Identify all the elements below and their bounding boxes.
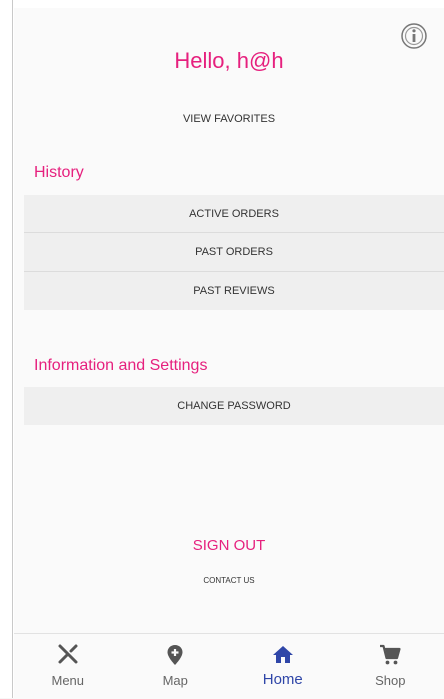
nav-map-label: Map — [163, 673, 188, 688]
info-icon — [400, 22, 428, 50]
nav-map[interactable]: Map — [122, 634, 230, 699]
nav-menu[interactable]: Menu — [14, 634, 122, 699]
app-screen: Hello, h@h VIEW FAVORITES History ACTIVE… — [14, 0, 444, 698]
bottom-navigation: Menu Map Home Shop — [14, 633, 444, 699]
nav-home-label: Home — [263, 671, 303, 688]
settings-section-title: Information and Settings — [34, 357, 207, 375]
edge-line — [12, 0, 13, 698]
cart-icon — [378, 643, 402, 667]
contact-us-link[interactable]: CONTACT US — [14, 576, 444, 585]
sign-out-button[interactable]: SIGN OUT — [14, 537, 444, 554]
history-section-title: History — [34, 164, 84, 182]
nav-shop[interactable]: Shop — [337, 634, 444, 699]
view-favorites-button[interactable]: VIEW FAVORITES — [144, 108, 314, 130]
past-orders-button[interactable]: PAST ORDERS — [24, 233, 444, 271]
greeting-title: Hello, h@h — [14, 48, 444, 74]
past-reviews-button[interactable]: PAST REVIEWS — [24, 272, 444, 310]
left-edge — [0, 0, 14, 698]
change-password-button[interactable]: CHANGE PASSWORD — [24, 387, 444, 425]
info-button[interactable] — [400, 22, 428, 50]
nav-shop-label: Shop — [375, 673, 405, 688]
top-strip — [14, 0, 444, 8]
nav-home[interactable]: Home — [229, 634, 337, 699]
map-pin-icon — [163, 643, 187, 667]
home-icon — [271, 643, 295, 667]
fork-knife-icon — [56, 643, 80, 667]
active-orders-button[interactable]: ACTIVE ORDERS — [24, 195, 444, 233]
nav-menu-label: Menu — [51, 673, 84, 688]
